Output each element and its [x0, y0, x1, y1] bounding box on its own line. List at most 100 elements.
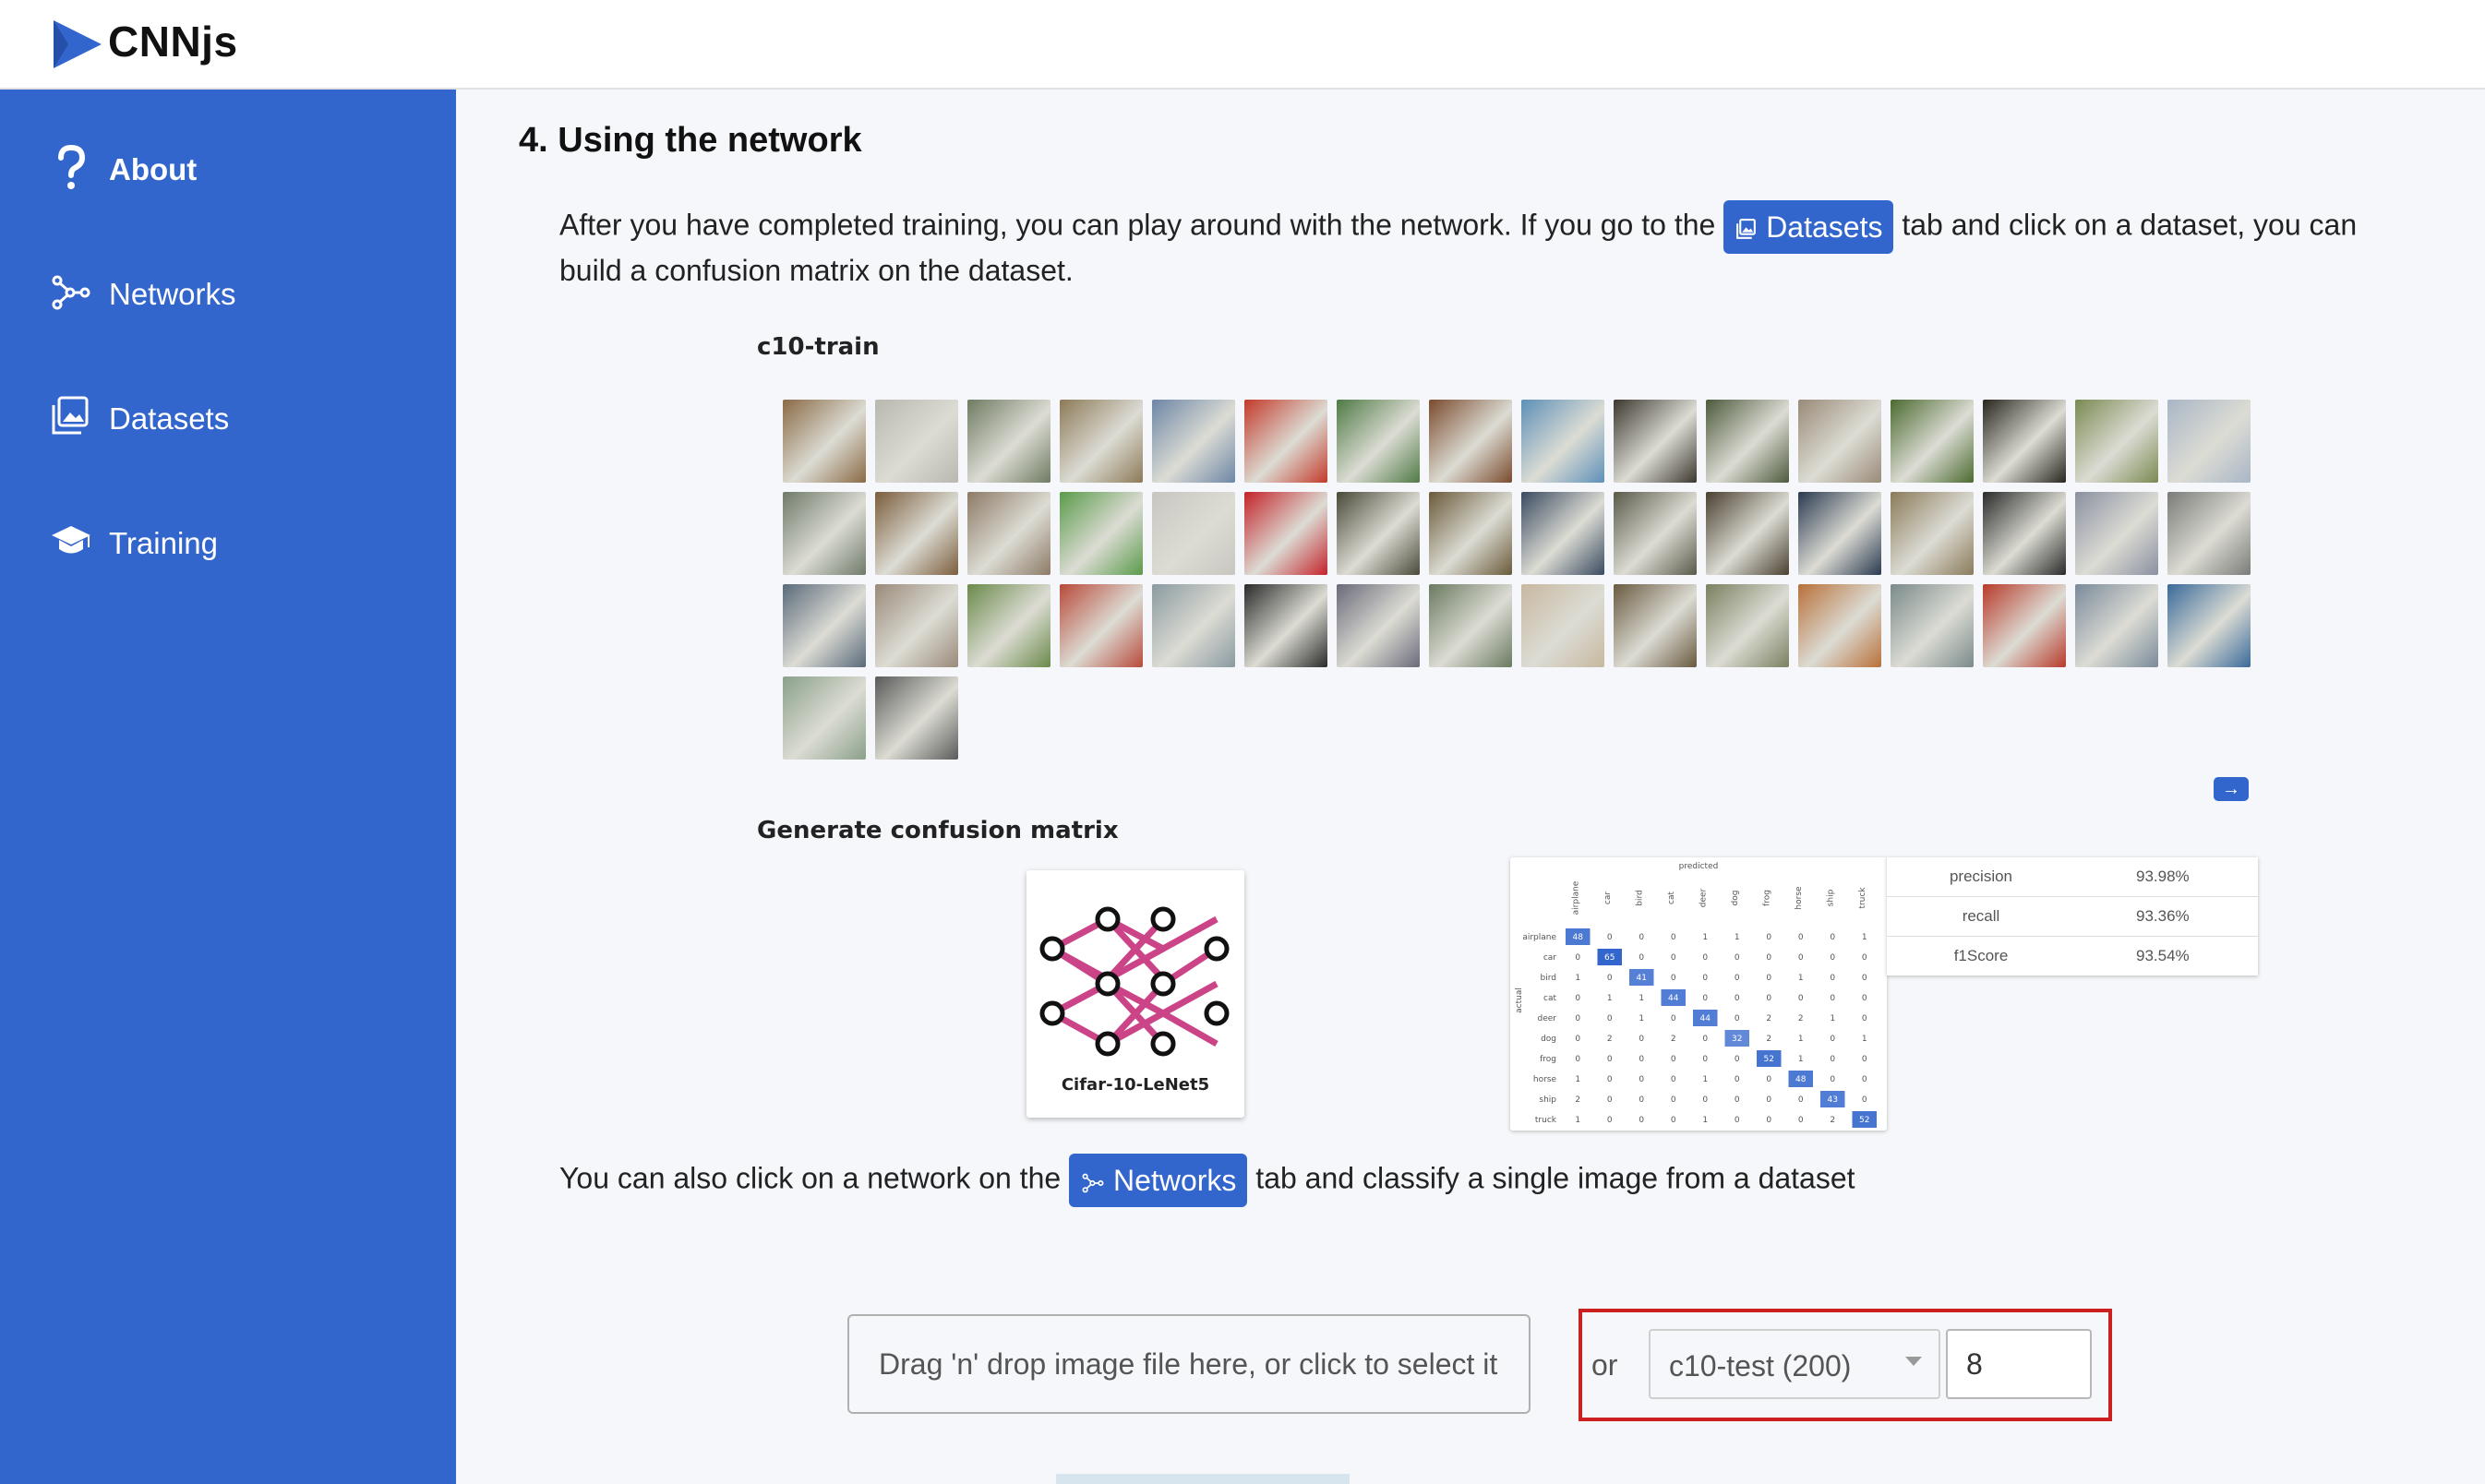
- sidebar-item-datasets[interactable]: Datasets: [50, 390, 438, 446]
- metric-row: precision 93.98%: [1887, 857, 2258, 897]
- dataset-image-thumbnail[interactable]: [1244, 584, 1327, 667]
- matrix-cell-value: 0: [1671, 933, 1676, 942]
- matrix-cell-value: 1: [1607, 994, 1613, 1003]
- matrix-cell-value: 0: [1766, 974, 1771, 983]
- dataset-image-thumbnail[interactable]: [875, 400, 958, 483]
- matrix-cell-value: 2: [1575, 1095, 1580, 1105]
- dataset-image-thumbnail[interactable]: [1614, 584, 1697, 667]
- datasets-tab-link[interactable]: Datasets: [1723, 200, 1894, 254]
- dataset-image-thumbnail[interactable]: [1706, 400, 1789, 483]
- dataset-image-thumbnail[interactable]: [2167, 400, 2251, 483]
- matrix-cell-value: 0: [1671, 1116, 1676, 1125]
- matrix-cell-value: 0: [1607, 1055, 1613, 1064]
- row-label: airplane: [1522, 933, 1556, 942]
- dataset-image-thumbnail[interactable]: [1521, 584, 1604, 667]
- matrix-cell-value: 2: [1798, 1014, 1804, 1023]
- dataset-image-thumbnail[interactable]: [1060, 492, 1143, 575]
- dataset-image-thumbnail[interactable]: [1429, 492, 1512, 575]
- section-heading: 4. Using the network: [519, 121, 862, 160]
- paragraph-networks: You can also click on a network on the N…: [559, 1154, 1855, 1207]
- column-label: bird: [1635, 890, 1644, 905]
- images-icon: [1736, 218, 1757, 239]
- dataset-image-thumbnail[interactable]: [783, 676, 866, 760]
- matrix-cell-value: 0: [1798, 1116, 1804, 1125]
- matrix-cell-value: 1: [1702, 1075, 1708, 1084]
- dataset-image-thumbnail[interactable]: [1798, 400, 1881, 483]
- dataset-image-thumbnail[interactable]: [1891, 400, 1974, 483]
- matrix-cell-value: 0: [1862, 1055, 1867, 1064]
- sidebar-item-training[interactable]: Training: [50, 515, 438, 570]
- dataset-image-thumbnail[interactable]: [1152, 492, 1235, 575]
- dataset-image-thumbnail[interactable]: [1337, 400, 1420, 483]
- matrix-cell-value: 0: [1830, 994, 1835, 1003]
- dataset-image-thumbnail[interactable]: [783, 584, 866, 667]
- dataset-select[interactable]: c10-test (200): [1649, 1329, 1940, 1399]
- dataset-image-thumbnail[interactable]: [1152, 584, 1235, 667]
- dataset-image-thumbnail[interactable]: [783, 400, 866, 483]
- matrix-cell-value: 1: [1575, 1075, 1580, 1084]
- dataset-image-thumbnail[interactable]: [967, 492, 1050, 575]
- graduation-cap-icon: [52, 526, 90, 554]
- matrix-cell-value: 0: [1798, 1095, 1804, 1105]
- matrix-cell-value: 0: [1798, 953, 1804, 963]
- dataset-image-thumbnail[interactable]: [1337, 492, 1420, 575]
- app-title[interactable]: CNNjs: [108, 17, 238, 66]
- dataset-image-thumbnail[interactable]: [875, 492, 958, 575]
- dataset-image-thumbnail[interactable]: [1891, 492, 1974, 575]
- sidebar-item-networks[interactable]: Networks: [50, 266, 438, 321]
- dataset-image-thumbnail[interactable]: [1060, 584, 1143, 667]
- row-label: car: [1543, 953, 1556, 963]
- matrix-cell-value: 0: [1735, 953, 1740, 963]
- dataset-image-thumbnail[interactable]: [1244, 492, 1327, 575]
- matrix-cell-value: 0: [1830, 933, 1835, 942]
- matrix-cell-value: 0: [1639, 953, 1644, 963]
- image-index-input[interactable]: [1946, 1329, 2092, 1399]
- metric-name: f1Score: [1953, 947, 2009, 964]
- dataset-image-thumbnail[interactable]: [2167, 492, 2251, 575]
- dataset-image-thumbnail[interactable]: [1244, 400, 1327, 483]
- dataset-image-thumbnail[interactable]: [1152, 400, 1235, 483]
- dataset-image-thumbnail[interactable]: [875, 584, 958, 667]
- sidebar-item-about[interactable]: About: [50, 141, 438, 197]
- matrix-cell-value: 0: [1830, 953, 1835, 963]
- dataset-image-thumbnail[interactable]: [1983, 492, 2066, 575]
- dataset-image-thumbnail[interactable]: [2075, 400, 2158, 483]
- network-graph-icon: [1039, 906, 1230, 1057]
- image-dropzone[interactable]: Drag 'n' drop image file here, or click …: [847, 1314, 1531, 1414]
- network-card[interactable]: Cifar-10-LeNet5: [1026, 870, 1244, 1118]
- metrics-table: precision 93.98% recall 93.36% f1Score 9…: [1887, 857, 2258, 975]
- dataset-image-thumbnail[interactable]: [2075, 584, 2158, 667]
- dataset-image-thumbnail[interactable]: [1798, 584, 1881, 667]
- dataset-image-thumbnail[interactable]: [1614, 492, 1697, 575]
- matrix-cell-value: 0: [1639, 1116, 1644, 1125]
- dataset-image-thumbnail[interactable]: [967, 400, 1050, 483]
- matrix-cell-value: 1: [1798, 974, 1804, 983]
- confusion-matrix-title: Generate confusion matrix: [757, 817, 1119, 844]
- next-page-button[interactable]: →: [2214, 777, 2249, 801]
- dataset-image-thumbnail[interactable]: [1429, 400, 1512, 483]
- networks-tab-link[interactable]: Networks: [1069, 1154, 1248, 1207]
- dataset-image-thumbnail[interactable]: [1429, 584, 1512, 667]
- dataset-image-thumbnail[interactable]: [1798, 492, 1881, 575]
- metric-value: 93.36%: [2136, 907, 2190, 925]
- dataset-image-thumbnail[interactable]: [1060, 400, 1143, 483]
- dataset-image-thumbnail[interactable]: [2167, 584, 2251, 667]
- matrix-cell-value: 0: [1639, 1035, 1644, 1044]
- dataset-image-thumbnail[interactable]: [1521, 400, 1604, 483]
- confusion-matrix: predicted actual airplane airplane car car bir…: [1510, 857, 1887, 1131]
- dataset-image-thumbnail[interactable]: [1614, 400, 1697, 483]
- dataset-image-thumbnail[interactable]: [1521, 492, 1604, 575]
- dataset-image-thumbnail[interactable]: [1891, 584, 1974, 667]
- dataset-image-thumbnail[interactable]: [1983, 584, 2066, 667]
- sidebar-item-label: About: [109, 152, 198, 186]
- dataset-image-thumbnail[interactable]: [783, 492, 866, 575]
- dataset-image-thumbnail[interactable]: [1706, 492, 1789, 575]
- dataset-image-thumbnail[interactable]: [967, 584, 1050, 667]
- dataset-image-thumbnail[interactable]: [1983, 400, 2066, 483]
- matrix-cell-value: 1: [1862, 1035, 1867, 1044]
- dataset-image-thumbnail[interactable]: [2075, 492, 2158, 575]
- dataset-image-thumbnail[interactable]: [1337, 584, 1420, 667]
- column-label: dog: [1731, 891, 1740, 906]
- dataset-image-thumbnail[interactable]: [875, 676, 958, 760]
- dataset-image-thumbnail[interactable]: [1706, 584, 1789, 667]
